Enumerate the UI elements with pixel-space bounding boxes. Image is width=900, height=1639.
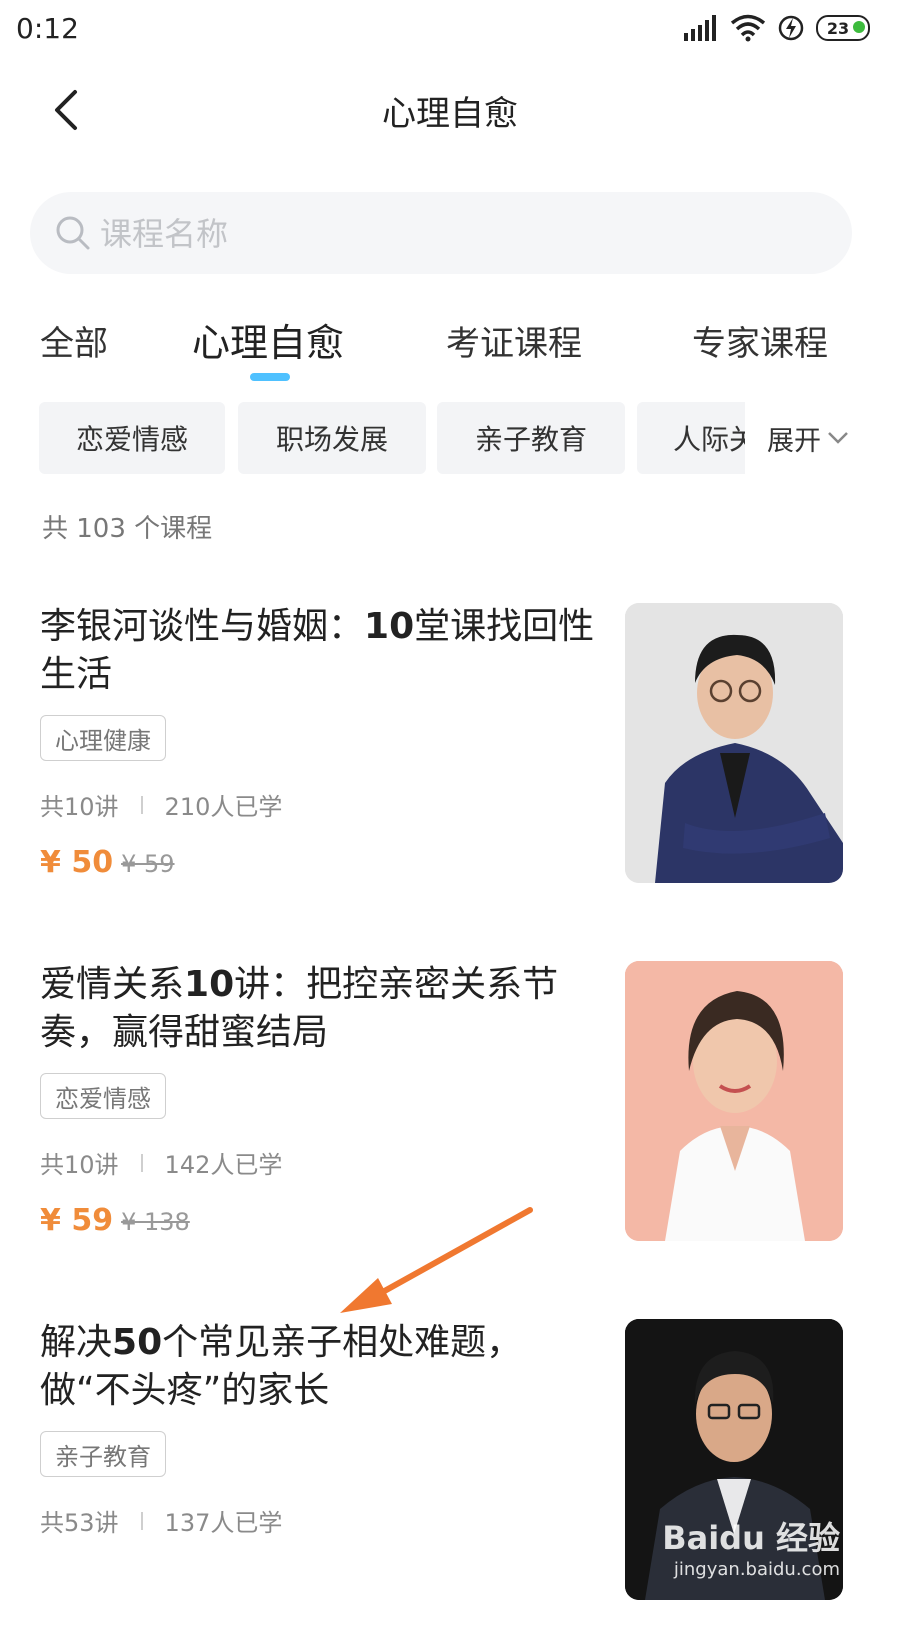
baidu-watermark: Baidu 经验 jingyan.baidu.com	[662, 1513, 840, 1580]
course-item[interactable]: 解决50个常见亲子相处难题，做“不头疼”的家长 亲子教育 共53讲 137人已学	[0, 1319, 900, 1639]
battery-level: 23	[826, 18, 850, 38]
learner-count: 142人已学	[164, 1151, 283, 1179]
course-price: ¥ 59 ¥ 138	[40, 1203, 190, 1238]
watermark-url: jingyan.baidu.com	[673, 1559, 840, 1580]
lesson-count: 共10讲	[40, 1151, 119, 1179]
course-tag: 恋爱情感	[40, 1073, 166, 1119]
course-tag: 亲子教育	[40, 1431, 166, 1477]
tab-psychology-healing[interactable]: 心理自愈	[192, 312, 344, 367]
search-bar[interactable]	[30, 192, 852, 274]
learner-count: 137人已学	[164, 1509, 283, 1537]
watermark-brand: Baidu 经验	[662, 1519, 840, 1557]
status-time: 0:12	[16, 12, 79, 45]
instructor-photo	[625, 603, 843, 883]
expand-label: 展开	[767, 425, 821, 457]
original-price: ¥ 59	[121, 850, 175, 878]
tab-certification-courses[interactable]: 考证课程	[446, 316, 582, 365]
sale-price: ¥ 59	[40, 1203, 114, 1238]
course-tag: 心理健康	[40, 715, 166, 761]
chevron-down-icon	[828, 432, 848, 444]
tab-all[interactable]: 全部	[40, 316, 108, 365]
filter-chip-romance[interactable]: 恋爱情感	[39, 402, 225, 474]
original-price: ¥ 138	[121, 1208, 190, 1236]
lesson-count: 共53讲	[40, 1509, 119, 1537]
course-meta: 共53讲 137人已学	[40, 1503, 282, 1538]
course-title: 李银河谈性与婚姻：10堂课找回性生活	[40, 606, 595, 695]
course-thumbnail	[625, 961, 843, 1241]
course-count: 共 103 个课程	[42, 514, 213, 544]
signal-icon	[684, 15, 716, 41]
filter-chip-career[interactable]: 职场发展	[238, 402, 426, 474]
search-icon	[56, 216, 90, 250]
course-price: ¥ 50 ¥ 59	[40, 845, 175, 880]
course-meta: 共10讲 142人已学	[40, 1145, 282, 1180]
instructor-photo	[625, 961, 843, 1241]
annotation-arrow-icon	[340, 1207, 533, 1313]
status-icons: 23	[684, 14, 870, 42]
lesson-count: 共10讲	[40, 793, 119, 821]
status-bar: 0:12 23	[0, 0, 900, 60]
course-title: 解决50个常见亲子相处难题，做“不头疼”的家长	[40, 1322, 523, 1411]
learner-count: 210人已学	[164, 793, 283, 821]
tab-expert-courses[interactable]: 专家课程	[692, 316, 828, 365]
page-title: 心理自愈	[382, 94, 518, 134]
expand-filters-button[interactable]: 展开	[745, 402, 900, 474]
active-tab-indicator	[250, 373, 290, 381]
course-thumbnail	[625, 603, 843, 883]
wifi-icon	[730, 14, 766, 42]
charging-icon	[778, 15, 804, 41]
search-input[interactable]	[98, 206, 822, 262]
course-meta: 共10讲 210人已学	[40, 787, 282, 822]
sale-price: ¥ 50	[40, 845, 114, 880]
course-item[interactable]: 李银河谈性与婚姻：10堂课找回性生活 心理健康 共10讲 210人已学 ¥ 50…	[0, 603, 900, 923]
filter-chip-parenting[interactable]: 亲子教育	[437, 402, 625, 474]
battery-indicator: 23	[816, 15, 870, 41]
course-title: 爱情关系10讲：把控亲密关系节奏，赢得甜蜜结局	[40, 964, 559, 1053]
filter-chip-interpersonal[interactable]: 人际关	[637, 402, 757, 474]
